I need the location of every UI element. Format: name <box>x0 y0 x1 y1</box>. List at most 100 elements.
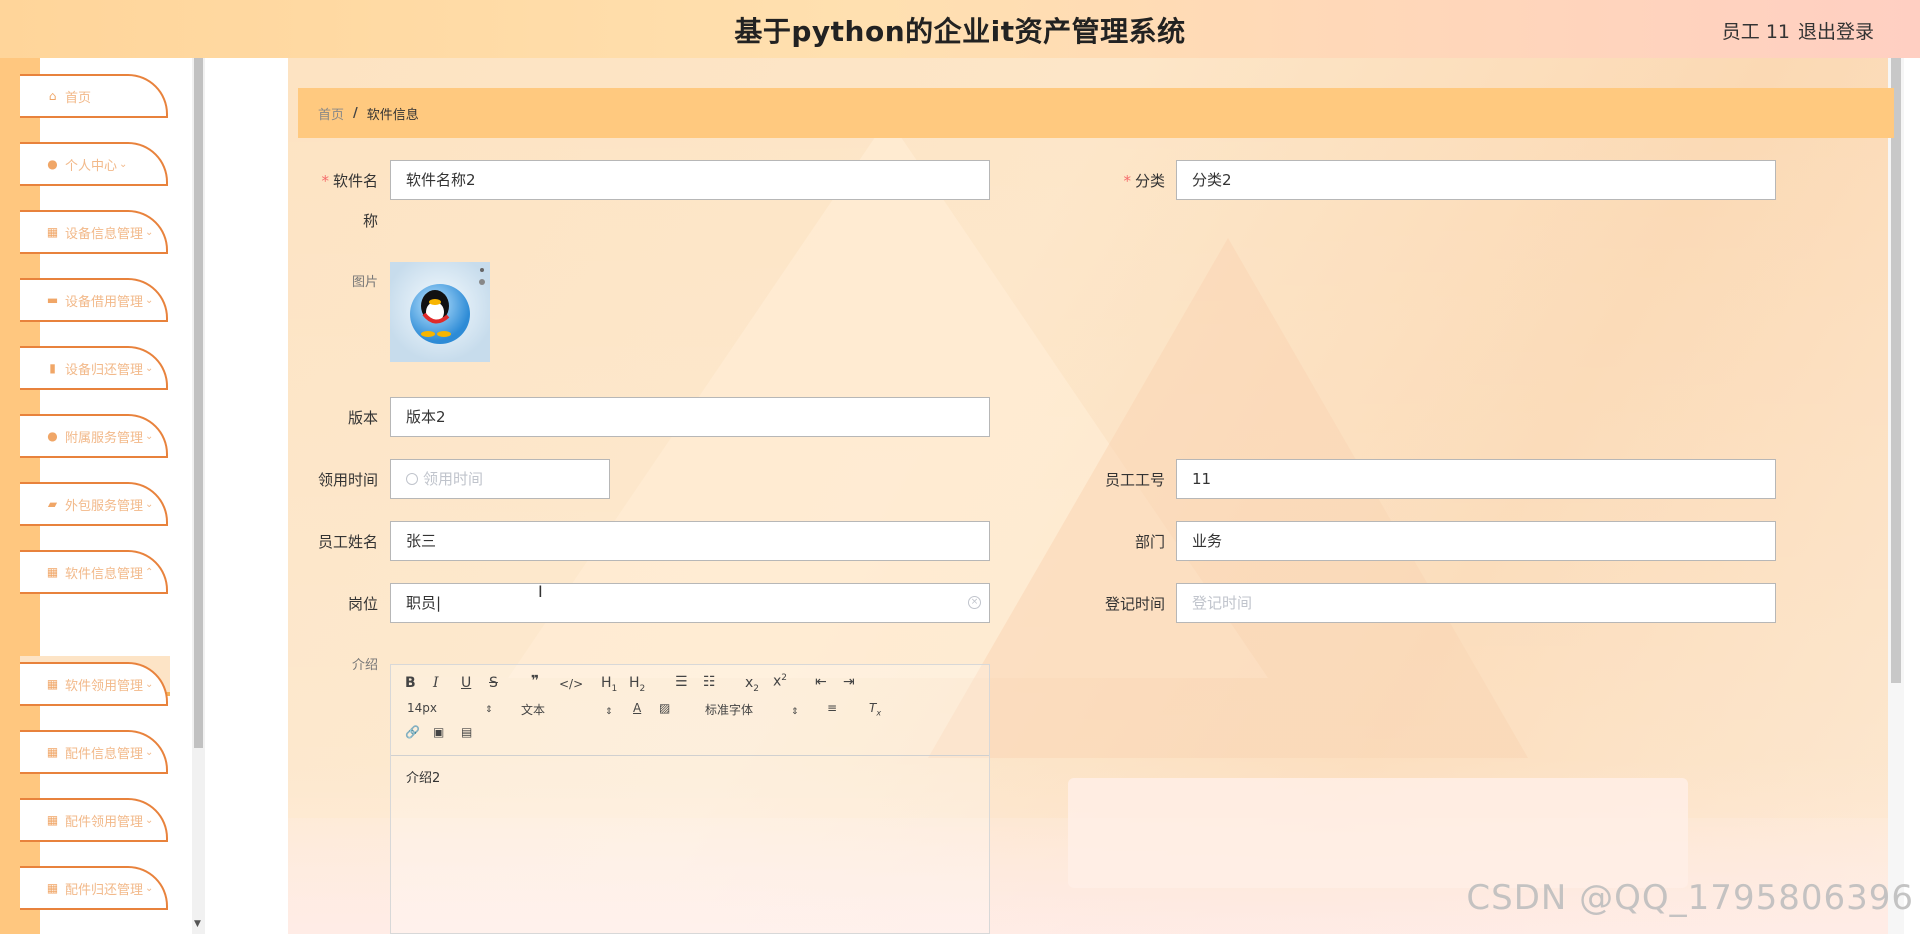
sidebar-item-outsource-service[interactable]: ▰ 外包服务管理 ⌄ <box>20 482 168 526</box>
chevron-down-icon: ⌄ <box>145 814 154 826</box>
link-icon[interactable]: 🔗 <box>405 725 420 739</box>
image-label: 图片 <box>351 275 378 290</box>
clock-icon <box>406 473 418 485</box>
strike-icon[interactable]: S <box>489 675 498 691</box>
sidebar-item-label: 首页 <box>65 90 92 106</box>
subscript-icon[interactable]: x2 <box>745 675 759 694</box>
background-block <box>1068 778 1688 888</box>
heading2-icon[interactable]: H2 <box>629 675 645 694</box>
version-input[interactable]: 版本2 <box>390 397 990 437</box>
text-color-icon[interactable]: A <box>633 701 641 715</box>
background-color-icon[interactable]: ▨ <box>659 701 670 715</box>
breadcrumb-home[interactable]: 首页 <box>318 104 344 123</box>
chevron-down-icon: ⌄ <box>145 882 154 894</box>
italic-icon[interactable]: I <box>433 675 439 691</box>
grid-icon: ▦ <box>46 225 59 239</box>
sidebar-item-label: 附属服务管理 <box>65 430 144 446</box>
employee-no-label: 员工工号 <box>1104 471 1165 489</box>
video-icon[interactable]: ▤ <box>461 725 472 739</box>
font-family-select[interactable]: 标准字体 ⇕ <box>705 701 799 718</box>
chevron-down-icon: ⌄ <box>145 678 154 690</box>
sidebar-item-label: 配件归还管理 <box>65 882 144 898</box>
sidebar-item-device-info[interactable]: ▦ 设备信息管理 ⌄ <box>20 210 168 254</box>
software-name-label-cont: 称 <box>362 212 378 230</box>
sidebar-item-parts-info[interactable]: ▦ 配件信息管理 ⌄ <box>20 730 168 774</box>
scroll-down-arrow-icon[interactable]: ▼ <box>194 919 201 929</box>
quote-icon[interactable]: ❞ <box>531 673 539 689</box>
breadcrumb-separator: / <box>353 105 358 121</box>
code-icon[interactable]: </> <box>559 677 583 691</box>
sidebar-item-label: 软件领用管理 <box>65 678 144 694</box>
editor-content[interactable]: 介绍2 <box>406 767 440 786</box>
clear-format-icon[interactable]: Tx <box>869 701 881 717</box>
logout-button[interactable]: 退出登录 <box>1798 17 1874 44</box>
intro-label: 介绍 <box>351 658 378 673</box>
briefcase-icon: ▰ <box>47 497 58 511</box>
sidebar-item-label: 设备借用管理 <box>65 294 144 310</box>
indent-icon[interactable]: ⇥ <box>843 674 855 690</box>
sidebar-item-label: 配件领用管理 <box>65 814 144 830</box>
software-name-input[interactable]: 软件名称2 <box>390 160 990 200</box>
text-type-select[interactable]: 文本 ⇕ <box>521 701 613 718</box>
sidebar-item-label: 软件信息管理 <box>65 566 144 582</box>
sidebar-scrollbar-thumb[interactable] <box>194 58 203 748</box>
app-title: 基于python的企业it资产管理系统 <box>734 15 1186 48</box>
underline-icon[interactable]: U <box>461 675 471 691</box>
required-mark: * <box>1123 172 1131 190</box>
breadcrumb-current: 软件信息 <box>366 107 419 123</box>
editor-toolbar: B I U S ❞ </> H1 H2 ☰ ☷ x2 x2 ⇤ ⇥ 14px ⇕ … <box>391 665 989 756</box>
chevron-down-icon: ⌄ <box>119 158 128 170</box>
chevron-down-icon: ⌄ <box>145 226 154 238</box>
software-name-label: * 软件名 <box>321 172 378 190</box>
sidebar-item-device-return[interactable]: ▮ 设备归还管理 ⌄ <box>20 346 168 390</box>
required-mark: * <box>321 172 329 190</box>
sidebar-item-device-borrow[interactable]: ▬ 设备借用管理 ⌄ <box>20 278 168 322</box>
rich-text-editor: B I U S ❞ </> H1 H2 ☰ ☷ x2 x2 ⇤ ⇥ 14px ⇕ … <box>390 664 990 934</box>
category-input[interactable]: 分类2 <box>1176 160 1776 200</box>
position-input[interactable]: 职员| × <box>390 583 990 623</box>
align-icon[interactable]: ≡ <box>827 701 837 715</box>
chevron-up-icon: ⌃ <box>145 566 154 578</box>
outdent-icon[interactable]: ⇤ <box>815 674 827 690</box>
grid-icon: ▦ <box>46 745 59 759</box>
sidebar-item-software-info[interactable]: ▦ 软件信息管理 ⌃ <box>20 550 168 594</box>
employee-name-label: 员工姓名 <box>317 533 378 551</box>
chevron-down-icon: ⌄ <box>145 498 154 510</box>
software-image[interactable] <box>390 262 490 362</box>
sidebar-item-home[interactable]: ⌂ 首页 <box>20 74 168 118</box>
breadcrumb: 首页 / 软件信息 <box>298 88 1894 138</box>
grid-icon: ▦ <box>46 813 59 827</box>
employee-no-input[interactable]: 11 <box>1176 459 1776 499</box>
ordered-list-icon[interactable]: ☰ <box>675 674 688 690</box>
position-label: 岗位 <box>347 595 378 613</box>
chevron-down-icon: ⌄ <box>145 362 154 374</box>
sidebar-item-software-receive[interactable]: ▦ 软件领用管理 ⌄ <box>20 662 168 706</box>
superscript-icon[interactable]: x2 <box>773 673 787 690</box>
sidebar-item-label: 设备归还管理 <box>65 362 144 378</box>
image-insert-icon[interactable]: ▣ <box>433 725 444 739</box>
font-size-select[interactable]: 14px ⇕ <box>407 701 493 715</box>
grid-icon: ▦ <box>46 565 59 579</box>
clear-icon[interactable]: × <box>968 596 981 609</box>
top-header: 基于python的企业it资产管理系统 员工 11 退出登录 <box>0 0 1920 58</box>
register-time-input[interactable]: 登记时间 <box>1176 583 1776 623</box>
sidebar-item-profile[interactable]: ● 个人中心 ⌄ <box>20 142 168 186</box>
category-label: * 分类 <box>1123 172 1165 190</box>
ticket-icon: ▬ <box>46 293 59 307</box>
grid-icon: ▦ <box>46 677 59 691</box>
home-icon: ⌂ <box>48 89 57 103</box>
department-label: 部门 <box>1134 533 1165 551</box>
bold-icon[interactable]: B <box>405 675 416 691</box>
receive-time-picker[interactable]: 领用时间 <box>390 459 610 499</box>
bullet-list-icon[interactable]: ☷ <box>703 674 716 690</box>
sidebar-item-affiliated-service[interactable]: ● 附属服务管理 ⌄ <box>20 414 168 458</box>
content-scrollbar-thumb[interactable] <box>1891 58 1901 683</box>
sidebar-item-parts-return[interactable]: ▦ 配件归还管理 ⌄ <box>20 866 168 910</box>
department-input[interactable]: 业务 <box>1176 521 1776 561</box>
sidebar-item-label: 配件信息管理 <box>65 746 144 762</box>
receive-time-label: 领用时间 <box>317 471 378 489</box>
sidebar-item-parts-receive[interactable]: ▦ 配件领用管理 ⌄ <box>20 798 168 842</box>
employee-name-input[interactable]: 张三 <box>390 521 990 561</box>
text-cursor-icon: I <box>538 582 543 601</box>
heading1-icon[interactable]: H1 <box>601 675 617 694</box>
